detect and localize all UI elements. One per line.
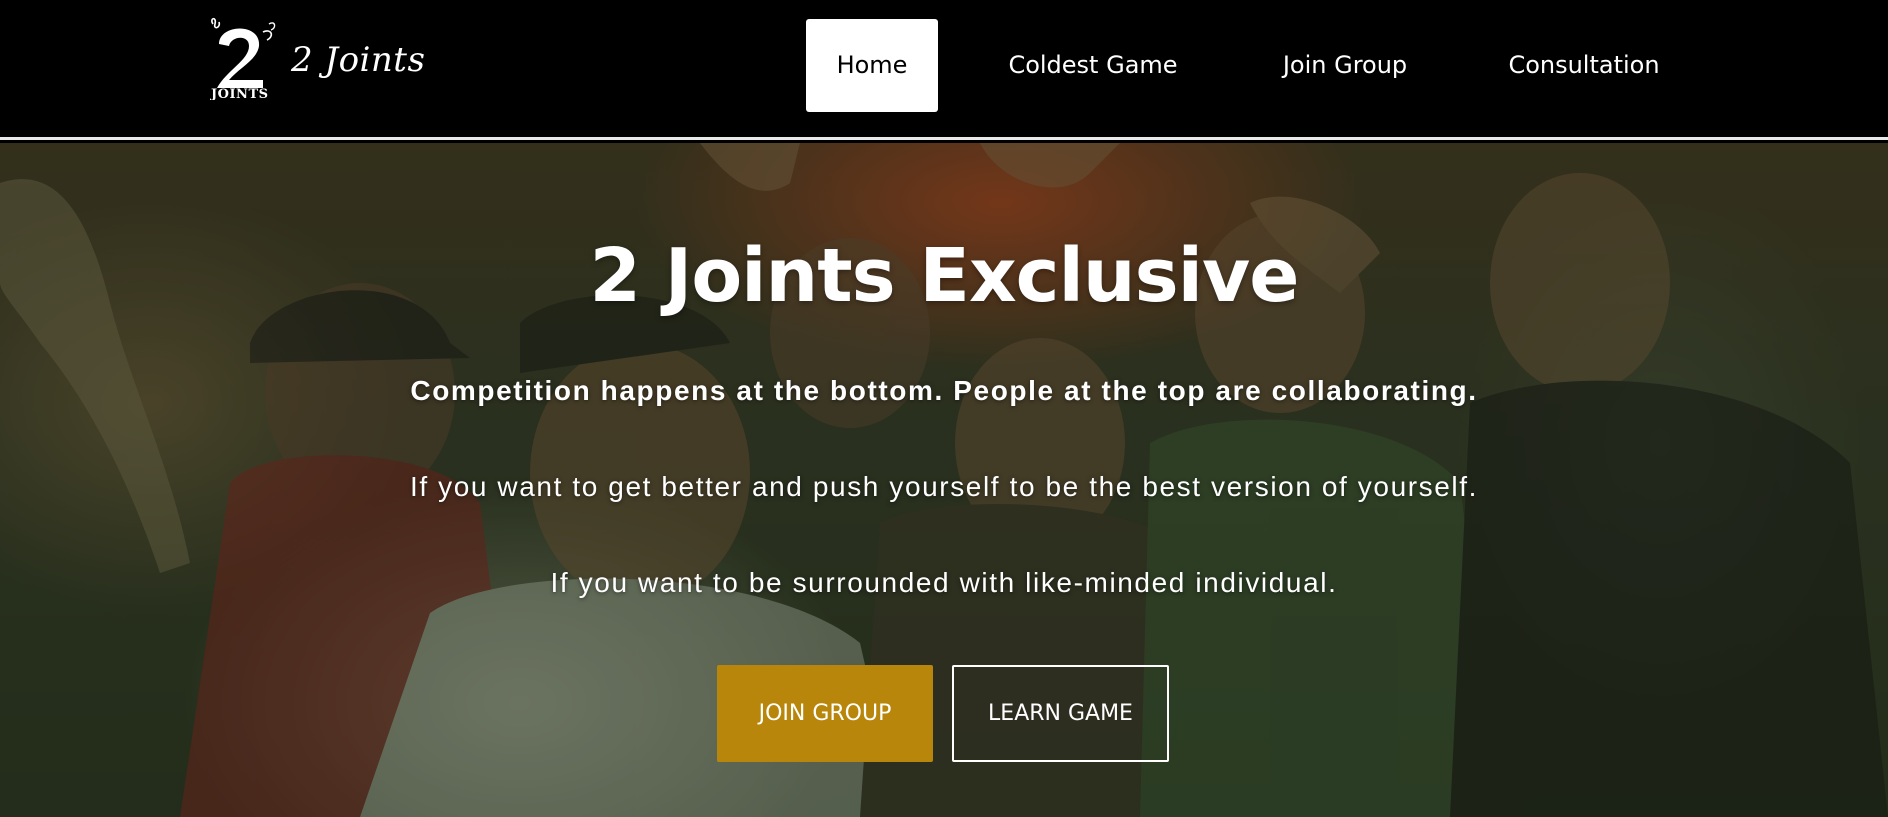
main-nav: Home Coldest Game Join Group Consultatio… (0, 19, 1888, 112)
page: JOINTS 2 Joints Home Coldest Game Join G… (0, 0, 1888, 817)
hero-title: 2 Joints Exclusive (589, 233, 1300, 319)
hero-tagline-1: Competition happens at the bottom. Peopl… (410, 375, 1478, 406)
nav-item-coldest-game[interactable]: Coldest Game (990, 19, 1196, 112)
hero-section: 2 Joints Exclusive Competition happens a… (0, 143, 1888, 817)
learn-game-button[interactable]: LEARN GAME (952, 665, 1169, 762)
nav-item-join-group[interactable]: Join Group (1255, 19, 1435, 112)
hero-tagline-3: If you want to be surrounded with like-m… (550, 567, 1338, 598)
join-group-button[interactable]: JOIN GROUP (717, 665, 933, 762)
nav-item-consultation[interactable]: Consultation (1494, 19, 1674, 112)
nav-item-home[interactable]: Home (806, 19, 938, 112)
hero-tagline-2: If you want to get better and push yours… (409, 471, 1479, 502)
site-header: JOINTS 2 Joints Home Coldest Game Join G… (0, 0, 1888, 140)
